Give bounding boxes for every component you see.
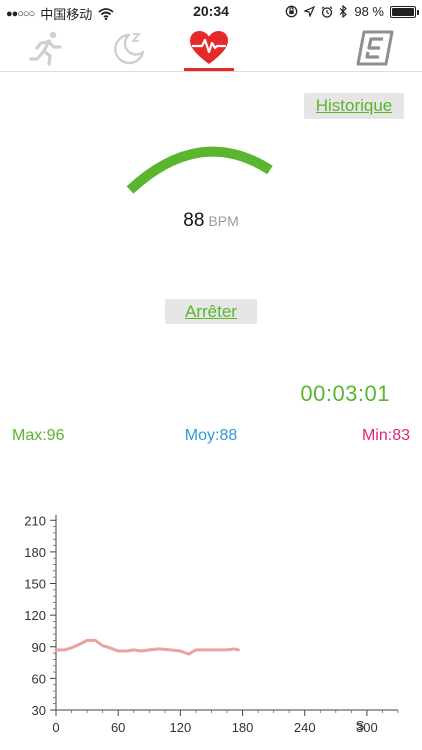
y-tick-label: 180 xyxy=(24,545,46,560)
active-tab-indicator xyxy=(184,68,234,71)
tab-activity[interactable] xyxy=(24,26,70,70)
y-tick-label: 60 xyxy=(32,671,46,686)
status-right: 98 % xyxy=(285,4,419,19)
location-arrow-icon xyxy=(304,6,316,17)
x-tick-label: 0 xyxy=(52,720,59,735)
heart-rate-series-line xyxy=(54,638,240,656)
stat-min: Min:83 xyxy=(361,427,410,444)
y-tick-label: 30 xyxy=(32,703,46,718)
battery-fill xyxy=(392,7,414,16)
x-tick-label: 180 xyxy=(232,720,254,735)
tab-sleep[interactable] xyxy=(106,26,152,70)
heart-rate-chart: 3060901201501802100 60 120 180 240 300S xyxy=(24,513,399,735)
status-bar: ●●○○○ 中国移动 20:34 98 % xyxy=(0,0,422,24)
bluetooth-icon xyxy=(339,5,348,18)
y-tick-label: 150 xyxy=(24,577,46,592)
battery-icon xyxy=(390,5,419,18)
heart-rate-readout: 88 BPM xyxy=(0,210,422,232)
heart-rate-value: 88 xyxy=(183,210,205,231)
tab-heart[interactable] xyxy=(186,26,232,70)
heart-pulse-icon xyxy=(190,31,228,64)
alarm-clock-icon xyxy=(321,5,333,18)
elapsed-timer: 00:03:01 xyxy=(300,381,390,406)
stop-button[interactable]: Arrêter xyxy=(165,299,257,324)
heart-rate-gauge xyxy=(126,146,273,194)
tab-bar xyxy=(0,24,422,72)
gauge-arc xyxy=(126,146,273,194)
stat-max: Max:96 xyxy=(12,427,65,444)
x-tick-label: 120 xyxy=(170,720,192,735)
running-person-icon xyxy=(29,31,62,66)
orientation-lock-icon xyxy=(286,5,298,18)
logo-e-icon xyxy=(356,30,394,66)
battery-percent: 98 % xyxy=(354,4,384,19)
x-unit-label: S xyxy=(356,718,365,733)
tab-brand[interactable] xyxy=(352,26,398,70)
history-button[interactable]: Historique xyxy=(304,93,404,119)
moon-sleep-icon xyxy=(114,33,145,65)
y-tick-label: 120 xyxy=(24,608,46,623)
x-tick-label: 60 xyxy=(111,720,125,735)
y-tick-label: 90 xyxy=(32,640,46,655)
heart-rate-unit: BPM xyxy=(208,213,239,229)
x-tick-label: 240 xyxy=(294,720,316,735)
y-tick-label: 210 xyxy=(24,513,46,528)
